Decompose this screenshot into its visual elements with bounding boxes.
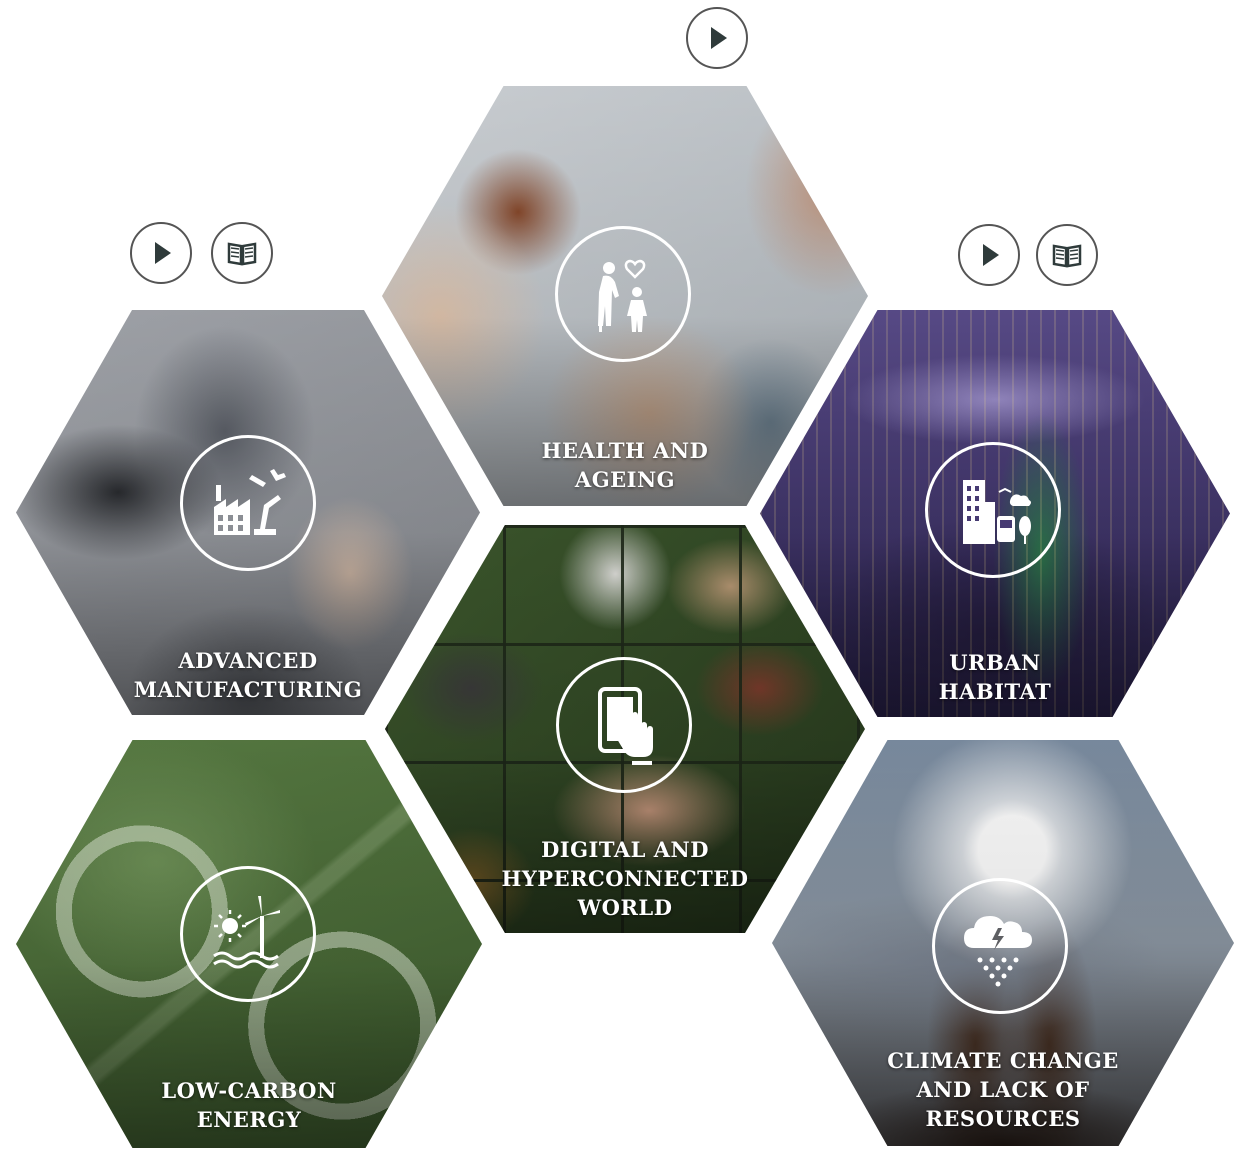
energy-ring	[180, 866, 316, 1002]
hex-low-carbon-energy[interactable]: LOW-CARBON ENERGY	[16, 740, 482, 1148]
hex-climate-change[interactable]: CLIMATE CHANGE AND LACK OF RESOURCES	[772, 740, 1234, 1146]
hex-title: CLIMATE CHANGE AND LACK OF RESOURCES	[887, 1048, 1119, 1131]
hex-digital-hyperconnected-world[interactable]: DIGITAL AND HYPERCONNECTED WORLD	[385, 525, 865, 933]
urban-book-button[interactable]	[1036, 224, 1098, 286]
manufacturing-play-button[interactable]	[130, 222, 192, 284]
health-play-button[interactable]	[686, 7, 748, 69]
hex-urban-habitat[interactable]: URBAN HABITAT	[760, 310, 1230, 717]
play-icon	[983, 244, 999, 266]
tablet-touch-icon	[598, 687, 653, 765]
urban-play-button[interactable]	[958, 224, 1020, 286]
manufacturing-ring	[180, 435, 316, 571]
hex-title: LOW-CARBON ENERGY	[161, 1078, 337, 1132]
factory-robot-arm-icon	[214, 469, 286, 535]
hex-advanced-manufacturing[interactable]: ADVANCED MANUFACTURING	[16, 310, 480, 715]
urban-ring	[925, 442, 1061, 578]
cloud-rain-lightning-icon	[964, 916, 1032, 987]
book-icon	[1052, 244, 1082, 268]
sun-wind-turbine-icon	[213, 896, 280, 969]
city-buildings-bus-icon	[963, 480, 1031, 544]
play-icon	[711, 27, 727, 49]
digital-ring	[556, 657, 692, 793]
book-icon	[227, 242, 257, 266]
play-icon	[155, 242, 171, 264]
manufacturing-book-button[interactable]	[211, 222, 273, 284]
hex-health-and-ageing[interactable]: HEALTH AND AGEING	[382, 86, 868, 506]
health-ring	[555, 226, 691, 362]
climate-ring	[932, 878, 1068, 1014]
elderly-child-heart-icon	[598, 259, 647, 332]
